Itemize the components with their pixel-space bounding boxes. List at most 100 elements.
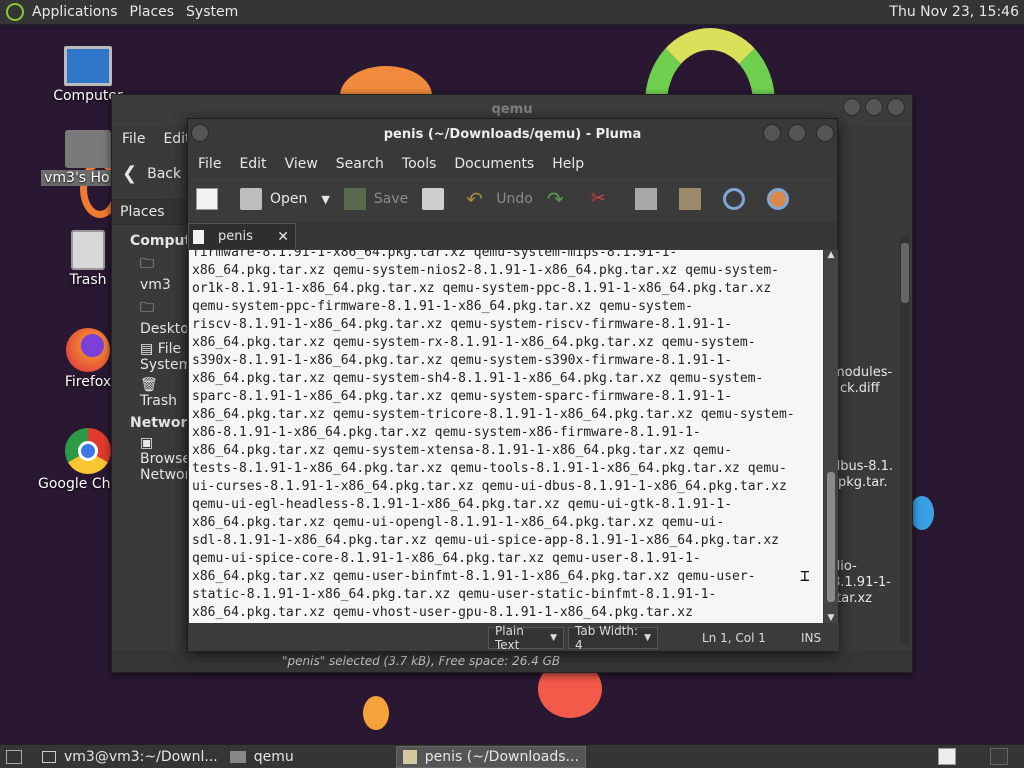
menu-file[interactable]: File [198, 156, 221, 172]
taskbar-item-terminal[interactable]: vm3@vm3:~/Downl... [36, 746, 224, 768]
sidebar-item-trash[interactable]: 🗑 Trash [140, 377, 188, 409]
sidebar-item-desktop[interactable]: 🗀 Desktop [140, 297, 198, 337]
applications-menu[interactable]: Applications [32, 4, 118, 20]
close-tab-icon[interactable]: ✕ [277, 229, 289, 245]
undo-arrow-icon: ↶ [466, 187, 484, 211]
sidebar-item-label: Trash [140, 393, 177, 409]
top-panel: Applications Places System Thu Nov 23, 1… [0, 0, 1024, 25]
taskbar-item-file-manager[interactable]: qemu [224, 746, 300, 768]
editor-menubar: File Edit View Search Tools Documents He… [188, 151, 837, 177]
open-button[interactable]: Open [240, 188, 307, 210]
wallpaper-teal-blob [910, 496, 934, 530]
sidebar-item-browse-network[interactable]: ▣ Browse Network [140, 435, 198, 483]
editor-text[interactable]: firmware-8.1.91-1-x86_64.pkg.tar.xz qemu… [189, 250, 823, 622]
menu-help[interactable]: Help [552, 156, 584, 172]
window-menu-button[interactable] [191, 124, 209, 142]
file-label-part[interactable]: ck.diff [840, 381, 893, 397]
mate-logo-icon[interactable] [6, 3, 24, 21]
find-replace-button[interactable] [766, 188, 797, 210]
text-file-icon [193, 229, 204, 244]
file-label-part[interactable]: .tar.xz [832, 591, 893, 607]
editor-statusbar: Plain Text ▼ Tab Width: 4 ▼ Ln 1, Col 1 … [188, 623, 839, 652]
redo-button[interactable]: ↷ [547, 188, 577, 210]
file-view-scrollbar[interactable] [900, 235, 910, 645]
file-label-part[interactable]: 8.1.91-1- [832, 575, 893, 591]
copy-button[interactable] [634, 188, 665, 210]
computer-icon [64, 46, 112, 86]
print-icon [422, 188, 445, 210]
file-label-fragments: modules- ck.diff dbus-8.1. pkg.tar. dio-… [832, 365, 893, 607]
find-button[interactable] [722, 188, 753, 210]
taskbar-label: vm3@vm3:~/Downl... [64, 748, 218, 765]
scissors-icon: ✂ [590, 188, 606, 209]
print-button[interactable] [422, 188, 452, 210]
editor-title: penis (~/Downloads/qemu) - Pluma [383, 127, 642, 142]
sidebar-section-computer: Computer [130, 233, 208, 249]
close-button[interactable] [816, 124, 834, 142]
tab-width-label: Tab Width: 4 [575, 624, 639, 652]
save-label: Save [373, 191, 409, 207]
editor-toolbar: Open ▼ Save ↶ Undo ↷ ✂ [188, 177, 837, 221]
maximize-button[interactable] [865, 98, 883, 116]
new-button[interactable] [196, 188, 226, 210]
folder-icon [229, 750, 246, 763]
workspace-switcher-inactive[interactable] [990, 748, 1008, 765]
trash-icon [71, 230, 105, 270]
drive-icon: ▤ [140, 341, 154, 357]
paste-icon [678, 188, 701, 210]
document-tab[interactable]: penis ✕ [188, 223, 296, 249]
editor-scrollbar[interactable]: ▲ ▼ [824, 250, 838, 623]
redo-arrow-icon: ↷ [546, 187, 564, 211]
workspace-switcher[interactable] [938, 748, 956, 765]
places-menu[interactable]: Places [130, 4, 175, 20]
sidebar-header: Places [112, 199, 188, 225]
save-icon [343, 188, 366, 210]
scroll-down-arrow[interactable]: ▼ [824, 613, 838, 623]
magnifier-icon [722, 188, 745, 210]
file-label-part[interactable]: modules- [832, 365, 893, 381]
close-button[interactable] [887, 98, 905, 116]
clock[interactable]: Thu Nov 23, 15:46 [889, 4, 1019, 20]
open-recent-dropdown[interactable]: ▼ [321, 193, 329, 206]
tab-width-dropdown[interactable]: Tab Width: 4 ▼ [568, 624, 658, 652]
desktop-icon: 🗀 [140, 300, 154, 316]
copy-icon [634, 188, 657, 210]
cut-button[interactable]: ✂ [591, 188, 621, 210]
cursor-position: Ln 1, Col 1 [702, 631, 766, 645]
text-editor-area[interactable]: firmware-8.1.91-1-x86_64.pkg.tar.xz qemu… [189, 250, 823, 623]
syntax-dropdown[interactable]: Plain Text ▼ [488, 624, 564, 652]
system-menu[interactable]: System [186, 4, 238, 20]
status-text: "penis" selected (3.7 kB), Free space: 2… [282, 654, 561, 668]
menu-tools[interactable]: Tools [402, 156, 437, 172]
taskbar-item-editor[interactable]: penis (~/Downloads... [395, 745, 586, 768]
sidebar-item-home[interactable]: 🗀 vm3 [140, 253, 188, 293]
menu-search[interactable]: Search [336, 156, 384, 172]
text-cursor-ibeam-icon: ⌶ [800, 566, 810, 585]
back-button[interactable]: ❮ Back [122, 163, 181, 184]
scroll-up-arrow[interactable]: ▲ [824, 250, 838, 264]
paste-button[interactable] [678, 188, 709, 210]
chevron-down-icon: ▼ [321, 192, 330, 206]
menu-documents[interactable]: Documents [454, 156, 534, 172]
minimize-button[interactable] [843, 98, 861, 116]
menu-file[interactable]: File [122, 131, 145, 147]
show-desktop-icon[interactable] [6, 749, 22, 764]
save-button[interactable]: Save [343, 188, 409, 210]
editor-titlebar[interactable]: penis (~/Downloads/qemu) - Pluma [188, 119, 837, 151]
back-label: Back [147, 165, 182, 182]
trash-icon: 🗑 [140, 377, 158, 393]
chevron-down-icon: ▼ [644, 633, 651, 643]
menu-view[interactable]: View [285, 156, 318, 172]
file-label-part[interactable]: dio- [832, 559, 893, 575]
minimize-button[interactable] [763, 124, 781, 142]
scroll-thumb[interactable] [827, 472, 835, 602]
undo-button[interactable]: ↶ Undo [466, 188, 533, 210]
sidebar-item-filesystem[interactable]: ▤ File System [140, 341, 192, 373]
open-folder-icon [240, 188, 262, 210]
maximize-button[interactable] [788, 124, 806, 142]
insert-mode: INS [801, 631, 822, 645]
file-label-part[interactable]: dbus-8.1. [832, 459, 893, 475]
menu-edit[interactable]: Edit [239, 156, 266, 172]
network-icon: ▣ [140, 435, 154, 451]
file-label-part[interactable]: pkg.tar. [838, 475, 893, 491]
